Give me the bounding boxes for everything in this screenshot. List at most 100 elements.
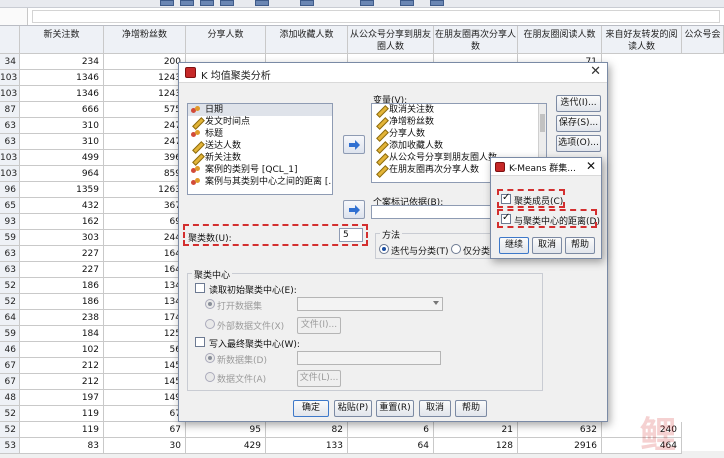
column-header[interactable]: 公众号会 <box>682 26 724 54</box>
file-button[interactable]: 文件(I)... <box>297 317 341 334</box>
column-header[interactable]: 来自好友转发的阅读人数 <box>602 26 682 54</box>
row-label-cell[interactable]: 67 <box>0 358 20 374</box>
dataset-select[interactable] <box>297 297 443 311</box>
cancel-button[interactable]: 取消 <box>532 237 562 254</box>
table-cell[interactable]: 432 <box>20 198 104 214</box>
table-cell[interactable]: 134 <box>104 278 186 294</box>
method-iterate-radio[interactable] <box>379 244 389 254</box>
table-cell[interactable]: 212 <box>20 374 104 390</box>
table-cell[interactable]: 186 <box>20 278 104 294</box>
read-initial-checkbox[interactable] <box>195 283 205 293</box>
file-button-2[interactable]: 文件(L)... <box>297 370 341 387</box>
data-file-radio[interactable] <box>205 372 215 382</box>
external-file-radio[interactable] <box>205 319 215 329</box>
column-header[interactable]: 净增粉丝数 <box>104 26 186 54</box>
table-cell[interactable]: 575 <box>104 102 186 118</box>
table-cell[interactable]: 102 <box>20 342 104 358</box>
close-icon[interactable]: ✕ <box>586 159 596 173</box>
row-label-cell[interactable]: 46 <box>0 342 20 358</box>
table-cell[interactable]: 69 <box>104 214 186 230</box>
row-label-cell[interactable]: 103 <box>0 150 20 166</box>
table-cell[interactable]: 184 <box>20 326 104 342</box>
table-cell[interactable]: 499 <box>20 150 104 166</box>
table-cell[interactable]: 1346 <box>20 70 104 86</box>
table-cell[interactable]: 1346 <box>20 86 104 102</box>
row-label-cell[interactable]: 63 <box>0 262 20 278</box>
table-cell[interactable]: 666 <box>20 102 104 118</box>
table-cell[interactable]: 227 <box>20 262 104 278</box>
list-item[interactable]: 案例的类别号 [QCL_1] <box>188 164 332 176</box>
row-label-cell[interactable]: 48 <box>0 390 20 406</box>
table-cell[interactable]: 247 <box>104 118 186 134</box>
row-label-cell[interactable]: 103 <box>0 166 20 182</box>
help-button[interactable]: 帮助 <box>455 400 487 417</box>
list-item[interactable]: 添加收藏人数 <box>372 140 546 152</box>
table-cell[interactable]: 1243 <box>104 70 186 86</box>
table-cell[interactable]: 212 <box>20 358 104 374</box>
help-button[interactable]: 帮助 <box>565 237 595 254</box>
table-cell[interactable]: 134 <box>104 294 186 310</box>
list-item[interactable]: 送达人数 <box>188 140 332 152</box>
table-cell[interactable]: 1263 <box>104 182 186 198</box>
row-label-cell[interactable]: 103 <box>0 70 20 86</box>
row-label-cell[interactable]: 52 <box>0 422 20 438</box>
table-cell[interactable]: 95 <box>186 422 266 438</box>
table-cell[interactable]: 145 <box>104 358 186 374</box>
close-icon[interactable]: ✕ <box>590 64 601 79</box>
toolbar-icon[interactable] <box>180 0 194 6</box>
list-item[interactable]: 分享人数 <box>372 128 546 140</box>
row-label-cell[interactable]: 52 <box>0 406 20 422</box>
table-cell[interactable]: 186 <box>20 294 104 310</box>
table-cell[interactable]: 83 <box>20 438 104 454</box>
table-cell[interactable]: 2916 <box>518 438 602 454</box>
cell-reference[interactable] <box>0 8 28 25</box>
column-header[interactable]: 在朋友圈阅读人数 <box>518 26 602 54</box>
row-label-cell[interactable]: 63 <box>0 118 20 134</box>
table-cell[interactable]: 234 <box>20 54 104 70</box>
table-cell[interactable]: 197 <box>20 390 104 406</box>
table-cell[interactable]: 67 <box>104 422 186 438</box>
column-header[interactable]: 从公众号分享到朋友圈人数 <box>348 26 434 54</box>
formula-input[interactable] <box>32 10 720 23</box>
toolbar-icon[interactable] <box>200 0 214 6</box>
case-label-field[interactable] <box>371 205 495 219</box>
list-item[interactable]: 标题 <box>188 128 332 140</box>
method-classify-radio[interactable] <box>451 244 461 254</box>
column-header[interactable]: 分享人数 <box>186 26 266 54</box>
new-dataset-field[interactable] <box>297 351 441 365</box>
row-label-cell[interactable]: 64 <box>0 310 20 326</box>
list-item[interactable]: 取消关注数 <box>372 104 546 116</box>
row-label-cell[interactable]: 59 <box>0 326 20 342</box>
table-cell[interactable]: 125 <box>104 326 186 342</box>
table-cell[interactable]: 859 <box>104 166 186 182</box>
table-cell[interactable]: 149 <box>104 390 186 406</box>
list-item[interactable]: 发文时间点 <box>188 116 332 128</box>
row-label-cell[interactable]: 52 <box>0 278 20 294</box>
row-label-cell[interactable]: 59 <box>0 230 20 246</box>
scrollbar-thumb[interactable] <box>540 114 545 132</box>
toolbar-icon[interactable] <box>160 0 174 6</box>
row-label-cell[interactable]: 87 <box>0 102 20 118</box>
toolbar-icon[interactable] <box>360 0 374 6</box>
table-cell[interactable]: 6 <box>348 422 434 438</box>
list-item[interactable]: 新关注数 <box>188 152 332 164</box>
move-to-variables-button[interactable] <box>343 135 365 154</box>
table-cell[interactable]: 162 <box>20 214 104 230</box>
row-label-cell[interactable]: 65 <box>0 198 20 214</box>
row-label-cell[interactable]: 34 <box>0 54 20 70</box>
row-label-cell[interactable]: 67 <box>0 374 20 390</box>
list-item[interactable]: 日期 <box>188 104 332 116</box>
column-header[interactable]: 在朋友圈再次分享人数 <box>434 26 518 54</box>
table-cell[interactable]: 310 <box>20 118 104 134</box>
table-cell[interactable]: 133 <box>266 438 348 454</box>
toolbar-icon[interactable] <box>400 0 414 6</box>
table-cell[interactable]: 247 <box>104 134 186 150</box>
table-cell[interactable]: 119 <box>20 422 104 438</box>
table-cell[interactable]: 227 <box>20 246 104 262</box>
ok-button[interactable]: 确定 <box>293 400 329 417</box>
row-label-cell[interactable]: 103 <box>0 86 20 102</box>
row-label-cell[interactable]: 53 <box>0 438 20 454</box>
table-cell[interactable]: 56 <box>104 342 186 358</box>
write-final-checkbox[interactable] <box>195 337 205 347</box>
toolbar-icon[interactable] <box>430 0 444 6</box>
